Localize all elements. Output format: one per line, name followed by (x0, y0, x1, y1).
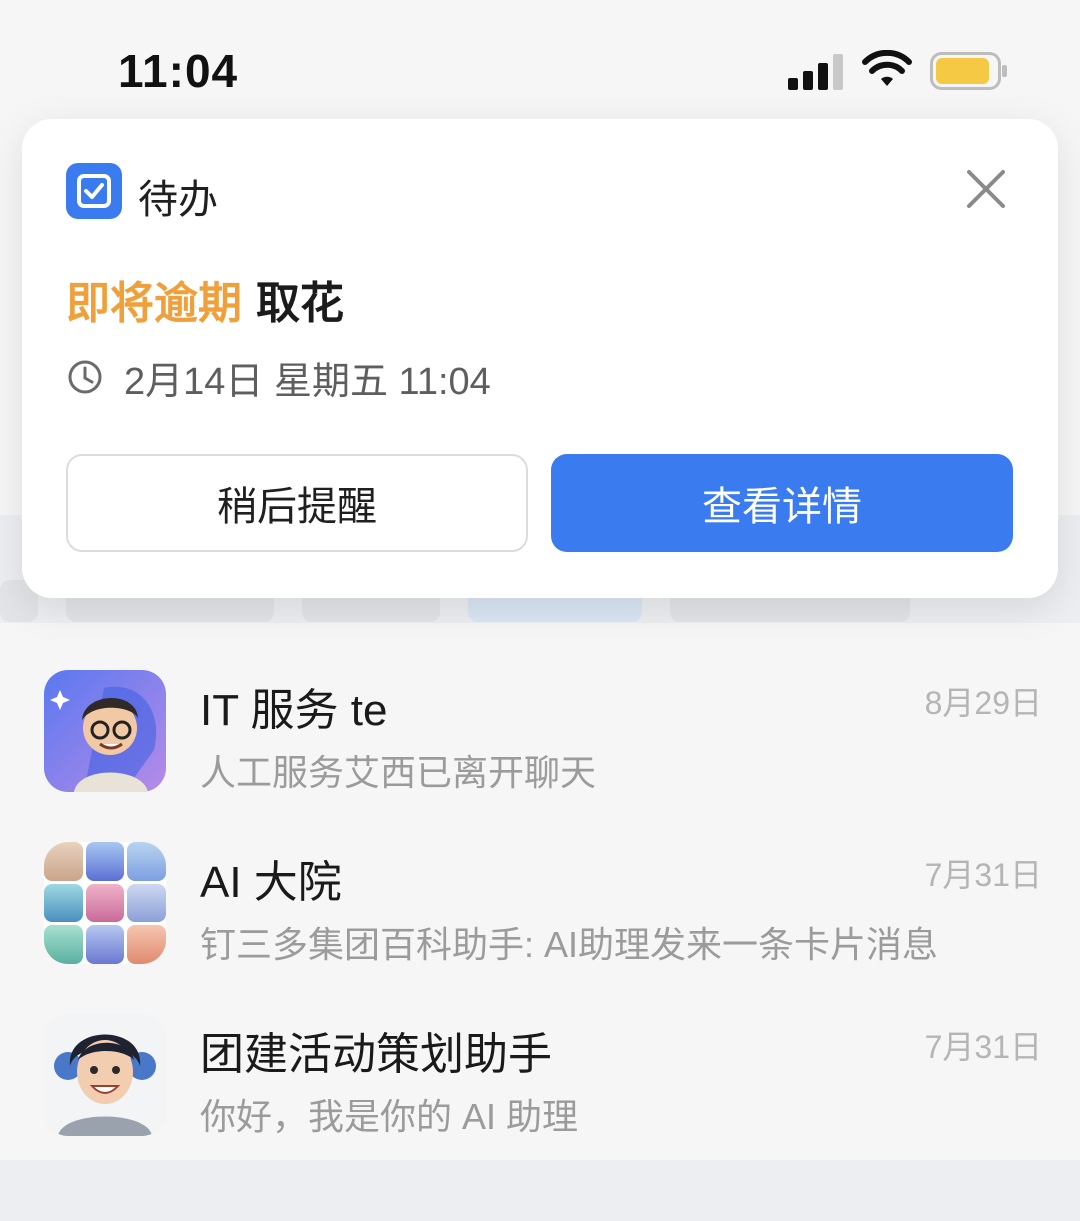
task-title: 取花 (256, 279, 344, 328)
chat-title: 团建活动策划助手 (200, 1030, 552, 1079)
close-icon[interactable] (960, 163, 1012, 215)
chat-list-item[interactable]: AI 大院 钉三多集团百科助手: AI助理发来一条卡片消息 7月31日 (0, 842, 1080, 1002)
chat-list-item[interactable]: IT 服务 te 人工服务艾西已离开聊天 8月29日 (0, 670, 1080, 830)
overdue-status-label: 即将逾期 (66, 279, 242, 328)
cellular-signal-icon (788, 54, 844, 90)
app-name: 待办 (138, 178, 218, 222)
chat-title: AI 大院 (200, 858, 342, 907)
notification-headline: 即将逾期 取花 (66, 267, 344, 331)
status-bar: 11:04 (0, 0, 1080, 120)
chat-date: 8月29日 (924, 685, 1042, 721)
chat-last-message: 钉三多集团百科助手: AI助理发来一条卡片消息 (200, 924, 939, 965)
wifi-icon (862, 50, 912, 86)
due-time: 2月14日 星期五 11:04 (124, 360, 491, 403)
chat-list-item[interactable]: 团建活动策划助手 你好，我是你的 AI 助理 7月31日 (0, 1014, 1080, 1174)
view-details-button[interactable]: 查看详情 (551, 454, 1013, 552)
chat-date: 7月31日 (924, 857, 1042, 893)
bottom-band (0, 1160, 1080, 1221)
checkbox-icon (77, 174, 111, 208)
clock-icon (68, 360, 102, 394)
it-assistant-avatar (44, 670, 166, 792)
chat-last-message: 你好，我是你的 AI 助理 (200, 1096, 579, 1137)
due-time-row: 2月14日 星期五 11:04 (66, 355, 491, 403)
assistant-avatar (44, 1014, 166, 1136)
snooze-button[interactable]: 稍后提醒 (66, 454, 528, 552)
group-grid-avatar (44, 842, 166, 964)
todo-notification-card[interactable]: 待办 即将逾期 取花 2月14日 星期五 11:04 稍后提醒 查看详情 (22, 119, 1058, 598)
screen: 11:04 待办 即将逾期 取花 2月14日 星期五 11:04 稍后提醒 查看… (0, 0, 1080, 1221)
todo-app-icon (66, 163, 122, 219)
chat-last-message: 人工服务艾西已离开聊天 (200, 752, 597, 793)
status-time: 11:04 (118, 45, 239, 97)
battery-icon (930, 52, 1007, 90)
chat-date: 7月31日 (924, 1029, 1042, 1065)
chat-title: IT 服务 te (200, 686, 388, 735)
